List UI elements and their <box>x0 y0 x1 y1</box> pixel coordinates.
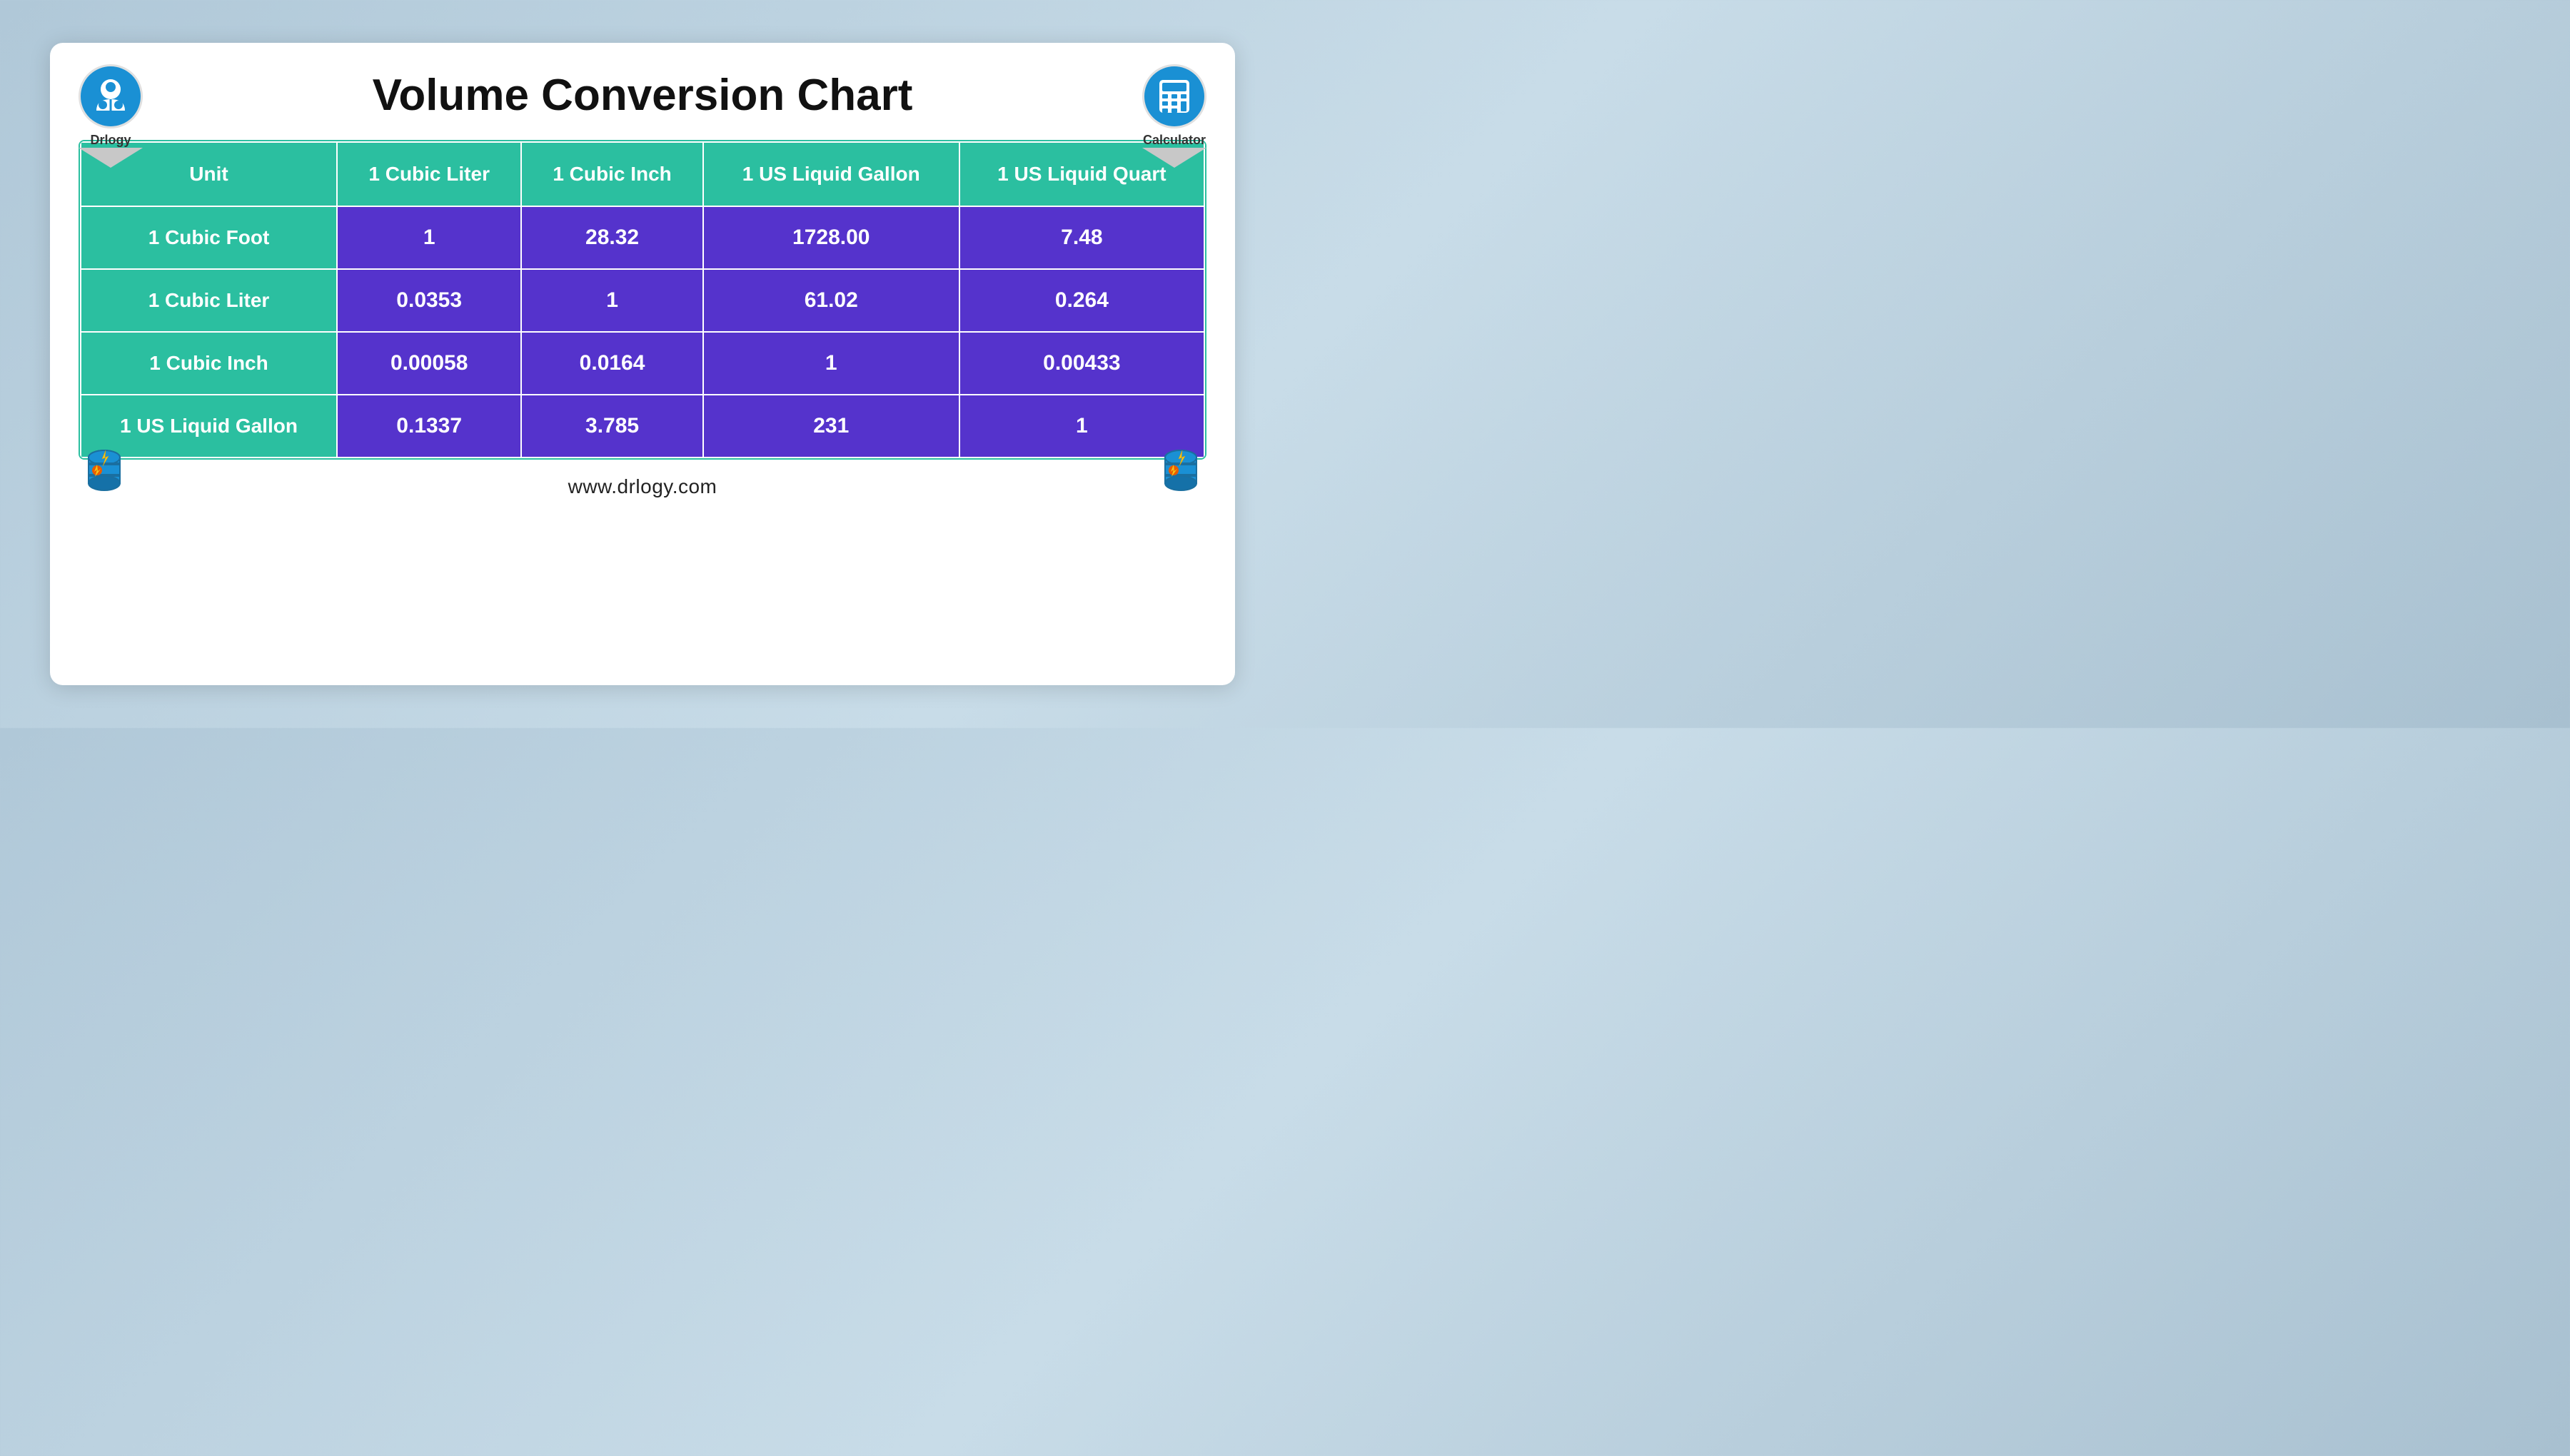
card: Drlogy Volume Conversion Chart <box>50 43 1235 685</box>
drlogy-logo-icon <box>89 75 132 118</box>
conversion-table: Unit 1 Cubic Liter 1 Cubic Inch 1 US Liq… <box>80 141 1205 458</box>
row-1-col-3: 61.02 <box>703 269 959 332</box>
row-0-col-2: 28.32 <box>521 206 702 269</box>
calculator-icon <box>1154 76 1195 117</box>
page-title: Volume Conversion Chart <box>373 64 913 120</box>
row-2-col-2: 0.0164 <box>521 332 702 395</box>
calculator-label: Calculator <box>1143 133 1206 148</box>
row-0-col-3: 1728.00 <box>703 206 959 269</box>
row-0-col-4: 7.48 <box>959 206 1204 269</box>
col-header-cubic-liter: 1 Cubic Liter <box>337 142 521 206</box>
row-2-col-4: 0.00433 <box>959 332 1204 395</box>
footer-icon-left <box>79 443 130 498</box>
barrel-right-icon <box>1155 443 1206 495</box>
footer: www.drlogy.com <box>79 475 1206 498</box>
row-1-col-4: 0.264 <box>959 269 1204 332</box>
table-header-row: Unit 1 Cubic Liter 1 Cubic Inch 1 US Liq… <box>81 142 1204 206</box>
calculator-box[interactable]: Calculator <box>1142 64 1206 168</box>
row-1-col-2: 1 <box>521 269 702 332</box>
footer-icon-right <box>1155 443 1206 498</box>
row-1-col-1: 0.0353 <box>337 269 521 332</box>
table-row: 1 US Liquid Gallon 0.1337 3.785 231 1 <box>81 395 1204 457</box>
barrel-left-icon <box>79 443 130 495</box>
row-2-unit: 1 Cubic Inch <box>81 332 337 395</box>
row-0-unit: 1 Cubic Foot <box>81 206 337 269</box>
row-3-col-2: 3.785 <box>521 395 702 457</box>
logo-label: Drlogy <box>90 133 131 148</box>
logo-chevron <box>79 148 143 168</box>
col-header-cubic-inch: 1 Cubic Inch <box>521 142 702 206</box>
row-3-col-1: 0.1337 <box>337 395 521 457</box>
row-0-col-1: 1 <box>337 206 521 269</box>
footer-url: www.drlogy.com <box>568 475 717 498</box>
table-row: 1 Cubic Liter 0.0353 1 61.02 0.264 <box>81 269 1204 332</box>
calculator-icon-circle <box>1142 64 1206 128</box>
table-row: 1 Cubic Inch 0.00058 0.0164 1 0.00433 <box>81 332 1204 395</box>
table-row: 1 Cubic Foot 1 28.32 1728.00 7.48 <box>81 206 1204 269</box>
row-1-unit: 1 Cubic Liter <box>81 269 337 332</box>
col-header-us-gallon: 1 US Liquid Gallon <box>703 142 959 206</box>
row-3-col-3: 231 <box>703 395 959 457</box>
logo-box: Drlogy <box>79 64 143 168</box>
row-2-col-1: 0.00058 <box>337 332 521 395</box>
logo-circle <box>79 64 143 128</box>
conversion-table-container: Unit 1 Cubic Liter 1 Cubic Inch 1 US Liq… <box>79 140 1206 460</box>
header: Drlogy Volume Conversion Chart <box>79 64 1206 120</box>
row-2-col-3: 1 <box>703 332 959 395</box>
calculator-chevron <box>1142 148 1206 168</box>
